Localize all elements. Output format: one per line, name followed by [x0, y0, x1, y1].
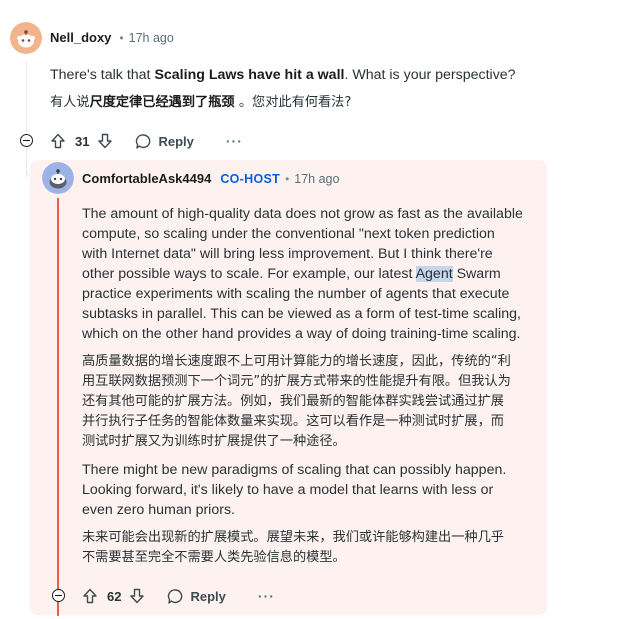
- reply-action-bar: 62 Reply ···: [82, 586, 275, 606]
- reply-p1-text: Swarm: [452, 266, 501, 282]
- comment-username[interactable]: Nell_doxy: [50, 30, 111, 45]
- reply-p3-line: even zero human priors.: [82, 502, 235, 518]
- reply-p4-line: 不需要甚至完全不需要人类先验信息的模型。: [82, 550, 346, 565]
- meta-separator: •: [285, 171, 290, 186]
- arrow-up-icon: [83, 588, 97, 604]
- reply-paragraph-4: 未来可能会出现新的扩展模式。展望未来，我们或许能够构建出一种几乎 不需要甚至完全…: [82, 528, 542, 568]
- replier-avatar[interactable]: [42, 162, 74, 194]
- vote-count: 62: [107, 588, 122, 604]
- arrow-up-icon: [51, 133, 65, 149]
- snoo-avatar-icon: [10, 22, 42, 54]
- reply-button[interactable]: Reply: [167, 588, 226, 605]
- comment-text-zh-post: 。您对此有何看法?: [234, 95, 352, 110]
- vote-count: 31: [75, 133, 90, 149]
- reply-thread-line[interactable]: [57, 198, 59, 616]
- reply-label: Reply: [158, 133, 194, 149]
- reply-paragraph-3: There might be new paradigms of scaling …: [82, 460, 542, 520]
- commenter-avatar[interactable]: [10, 22, 42, 54]
- more-options-button[interactable]: ···: [258, 588, 275, 604]
- comment-time[interactable]: 17h ago: [129, 31, 174, 45]
- comment-text-zh-pre: 有人说: [50, 95, 90, 110]
- comment-action-bar: 31 Reply ···: [50, 131, 243, 151]
- arrow-down-icon: [98, 133, 113, 149]
- cohost-badge: CO-HOST: [220, 171, 281, 186]
- reply-p3-line: Looking forward, it's likely to have a m…: [82, 482, 494, 498]
- snoo-avatar-icon: [42, 162, 74, 194]
- reply-paragraph-2: 高质量数据的增长速度跟不上可用计算能力的增长速度，因此，传统的“利 用互联网数据…: [82, 352, 542, 452]
- comment-meta: Nell_doxy • 17h ago: [50, 30, 174, 45]
- reply-paragraph-1: The amount of high-quality data does not…: [82, 204, 542, 344]
- reply-p1-text: other possible ways to scale. For exampl…: [82, 266, 416, 282]
- selected-text: Agent: [415, 266, 453, 282]
- downvote-button[interactable]: [129, 588, 145, 604]
- comment-text-zh: 有人说尺度定律已经遇到了瓶颈 。您对此有何看法?: [50, 93, 610, 113]
- reply-button[interactable]: Reply: [135, 133, 194, 150]
- reply-p1-line: subtasks in parallel. This can be viewed…: [82, 306, 521, 322]
- reply-p1-line: which on the other hand provides a way o…: [82, 326, 521, 342]
- reply-meta: ComfortableAsk4494 CO-HOST • 17h ago: [82, 171, 339, 186]
- comment-text-en-pre: There's talk that: [50, 67, 155, 83]
- comment-text-en: There's talk that Scaling Laws have hit …: [50, 65, 610, 85]
- reply-p3-line: There might be new paradigms of scaling …: [82, 462, 507, 478]
- meta-separator: •: [119, 30, 124, 45]
- comment-text-en-post: . What is your perspective?: [344, 67, 516, 83]
- collapse-reply-button[interactable]: [52, 589, 65, 602]
- comment-text-en-bold: Scaling Laws have hit a wall: [154, 67, 345, 83]
- reply-p1-line: with Internet data" will bring less impr…: [82, 246, 493, 262]
- reply-label: Reply: [190, 588, 226, 604]
- reply-p2-line: 还有其他可能的扩展方法。例如，我们最新的智能体群实践尝试通过扩展: [82, 394, 504, 409]
- reply-p2-line: 并行执行子任务的智能体数量来实现。这可以看作是一种测试时扩展，而: [82, 414, 504, 429]
- thread-line-main: [26, 62, 27, 132]
- reply-p2-line: 高质量数据的增长速度跟不上可用计算能力的增长速度，因此，传统的“利: [82, 354, 511, 369]
- reply-time[interactable]: 17h ago: [294, 172, 339, 186]
- arrow-down-icon: [130, 588, 145, 604]
- downvote-button[interactable]: [97, 133, 113, 149]
- reply-p2-line: 用互联网数据预测下一个词元”的扩展方式带来的性能提升有限。但我认为: [82, 374, 511, 389]
- reply-username[interactable]: ComfortableAsk4494: [82, 171, 211, 186]
- speech-bubble-icon: [136, 133, 151, 149]
- reply-p1-line: The amount of high-quality data does not…: [82, 206, 523, 222]
- reply-p1-line: other possible ways to scale. For exampl…: [82, 264, 542, 284]
- reply-p1-line: practice experiments with scaling the nu…: [82, 286, 510, 302]
- collapse-thread-button[interactable]: [20, 134, 33, 147]
- reply-p4-line: 未来可能会出现新的扩展模式。展望未来，我们或许能够构建出一种几乎: [82, 530, 504, 545]
- comment-text-zh-bold: 尺度定律已经遇到了瓶颈: [89, 95, 235, 110]
- reply-p2-line: 测试时扩展又为训练时扩展提供了一种途径。: [82, 434, 346, 449]
- upvote-button[interactable]: [82, 588, 98, 604]
- upvote-button[interactable]: [50, 133, 66, 149]
- reply-p1-line: compute, so scaling under the convention…: [82, 226, 495, 242]
- speech-bubble-icon: [168, 588, 183, 604]
- more-options-button[interactable]: ···: [226, 133, 243, 149]
